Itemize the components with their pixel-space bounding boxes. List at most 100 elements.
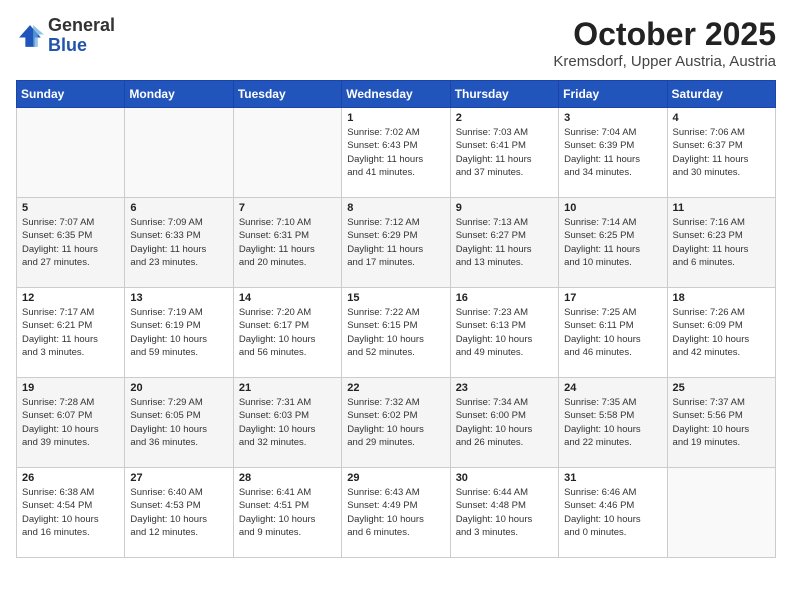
day-info: Sunrise: 6:44 AM Sunset: 4:48 PM Dayligh… <box>456 486 553 539</box>
day-number: 15 <box>347 292 444 304</box>
day-number: 26 <box>22 472 119 484</box>
day-number: 19 <box>22 382 119 394</box>
day-number: 1 <box>347 112 444 124</box>
table-row <box>233 108 341 198</box>
calendar-week-4: 19 Sunrise: 7:28 AM Sunset: 6:07 PM Dayli… <box>17 378 776 468</box>
day-info: Sunrise: 7:13 AM Sunset: 6:27 PM Dayligh… <box>456 216 553 269</box>
table-row: 27 Sunrise: 6:40 AM Sunset: 4:53 PM Dayli… <box>125 468 233 558</box>
day-number: 28 <box>239 472 336 484</box>
day-info: Sunrise: 7:06 AM Sunset: 6:37 PM Dayligh… <box>673 126 770 179</box>
day-info: Sunrise: 7:16 AM Sunset: 6:23 PM Dayligh… <box>673 216 770 269</box>
calendar-week-5: 26 Sunrise: 6:38 AM Sunset: 4:54 PM Dayli… <box>17 468 776 558</box>
day-number: 30 <box>456 472 553 484</box>
day-info: Sunrise: 7:09 AM Sunset: 6:33 PM Dayligh… <box>130 216 227 269</box>
table-row: 7 Sunrise: 7:10 AM Sunset: 6:31 PM Daylig… <box>233 198 341 288</box>
table-row <box>17 108 125 198</box>
table-row: 18 Sunrise: 7:26 AM Sunset: 6:09 PM Dayli… <box>667 288 775 378</box>
day-number: 18 <box>673 292 770 304</box>
table-row: 3 Sunrise: 7:04 AM Sunset: 6:39 PM Daylig… <box>559 108 667 198</box>
day-number: 6 <box>130 202 227 214</box>
day-info: Sunrise: 6:38 AM Sunset: 4:54 PM Dayligh… <box>22 486 119 539</box>
table-row: 1 Sunrise: 7:02 AM Sunset: 6:43 PM Daylig… <box>342 108 450 198</box>
col-friday: Friday <box>559 81 667 108</box>
day-number: 4 <box>673 112 770 124</box>
col-saturday: Saturday <box>667 81 775 108</box>
day-info: Sunrise: 7:31 AM Sunset: 6:03 PM Dayligh… <box>239 396 336 449</box>
table-row: 12 Sunrise: 7:17 AM Sunset: 6:21 PM Dayli… <box>17 288 125 378</box>
day-info: Sunrise: 7:37 AM Sunset: 5:56 PM Dayligh… <box>673 396 770 449</box>
day-info: Sunrise: 7:35 AM Sunset: 5:58 PM Dayligh… <box>564 396 661 449</box>
table-row: 22 Sunrise: 7:32 AM Sunset: 6:02 PM Dayli… <box>342 378 450 468</box>
day-number: 17 <box>564 292 661 304</box>
day-info: Sunrise: 7:28 AM Sunset: 6:07 PM Dayligh… <box>22 396 119 449</box>
table-row: 19 Sunrise: 7:28 AM Sunset: 6:07 PM Dayli… <box>17 378 125 468</box>
day-number: 25 <box>673 382 770 394</box>
day-info: Sunrise: 6:46 AM Sunset: 4:46 PM Dayligh… <box>564 486 661 539</box>
table-row <box>125 108 233 198</box>
day-info: Sunrise: 7:10 AM Sunset: 6:31 PM Dayligh… <box>239 216 336 269</box>
day-info: Sunrise: 7:34 AM Sunset: 6:00 PM Dayligh… <box>456 396 553 449</box>
table-row: 14Sunrise: 7:20 AM Sunset: 6:17 PM Dayli… <box>233 288 341 378</box>
day-number: 3 <box>564 112 661 124</box>
col-thursday: Thursday <box>450 81 558 108</box>
day-info: Sunrise: 7:32 AM Sunset: 6:02 PM Dayligh… <box>347 396 444 449</box>
day-number: 16 <box>456 292 553 304</box>
logo-blue-text: Blue <box>48 35 87 55</box>
day-number: 8 <box>347 202 444 214</box>
day-info: Sunrise: 7:03 AM Sunset: 6:41 PM Dayligh… <box>456 126 553 179</box>
col-tuesday: Tuesday <box>233 81 341 108</box>
calendar-header-row: Sunday Monday Tuesday Wednesday Thursday… <box>17 81 776 108</box>
col-monday: Monday <box>125 81 233 108</box>
day-info: Sunrise: 7:29 AM Sunset: 6:05 PM Dayligh… <box>130 396 227 449</box>
day-number: 27 <box>130 472 227 484</box>
day-info: Sunrise: 7:23 AM Sunset: 6:13 PM Dayligh… <box>456 306 553 359</box>
table-row: 11 Sunrise: 7:16 AM Sunset: 6:23 PM Dayli… <box>667 198 775 288</box>
col-wednesday: Wednesday <box>342 81 450 108</box>
table-row: 17 Sunrise: 7:25 AM Sunset: 6:11 PM Dayli… <box>559 288 667 378</box>
table-row: 13Sunrise: 7:19 AM Sunset: 6:19 PM Dayli… <box>125 288 233 378</box>
day-number: 12 <box>22 292 119 304</box>
table-row: 30 Sunrise: 6:44 AM Sunset: 4:48 PM Dayli… <box>450 468 558 558</box>
table-row: 26 Sunrise: 6:38 AM Sunset: 4:54 PM Dayli… <box>17 468 125 558</box>
table-row: 16 Sunrise: 7:23 AM Sunset: 6:13 PM Dayli… <box>450 288 558 378</box>
day-number: 23 <box>456 382 553 394</box>
table-row: 6 Sunrise: 7:09 AM Sunset: 6:33 PM Daylig… <box>125 198 233 288</box>
month-title: October 2025 <box>553 16 776 53</box>
day-info: Sunrise: 7:17 AM Sunset: 6:21 PM Dayligh… <box>22 306 119 359</box>
table-row: 8 Sunrise: 7:12 AM Sunset: 6:29 PM Daylig… <box>342 198 450 288</box>
calendar-week-2: 5Sunrise: 7:07 AM Sunset: 6:35 PM Daylig… <box>17 198 776 288</box>
table-row: 10Sunrise: 7:14 AM Sunset: 6:25 PM Dayli… <box>559 198 667 288</box>
table-row: 21 Sunrise: 7:31 AM Sunset: 6:03 PM Dayli… <box>233 378 341 468</box>
day-number: 22 <box>347 382 444 394</box>
table-row: 25 Sunrise: 7:37 AM Sunset: 5:56 PM Dayli… <box>667 378 775 468</box>
title-area: October 2025 Kremsdorf, Upper Austria, A… <box>553 16 776 70</box>
day-info: Sunrise: 7:02 AM Sunset: 6:43 PM Dayligh… <box>347 126 444 179</box>
table-row: 23 Sunrise: 7:34 AM Sunset: 6:00 PM Dayli… <box>450 378 558 468</box>
day-number: 7 <box>239 202 336 214</box>
table-row: 31 Sunrise: 6:46 AM Sunset: 4:46 PM Dayli… <box>559 468 667 558</box>
day-number: 31 <box>564 472 661 484</box>
logo-general-text: General <box>48 15 115 35</box>
calendar-week-1: 1 Sunrise: 7:02 AM Sunset: 6:43 PM Daylig… <box>17 108 776 198</box>
col-sunday: Sunday <box>17 81 125 108</box>
day-number: 21 <box>239 382 336 394</box>
logo: General Blue <box>16 16 115 56</box>
calendar-table: Sunday Monday Tuesday Wednesday Thursday… <box>16 80 776 558</box>
table-row: 5Sunrise: 7:07 AM Sunset: 6:35 PM Daylig… <box>17 198 125 288</box>
day-info: Sunrise: 7:25 AM Sunset: 6:11 PM Dayligh… <box>564 306 661 359</box>
table-row: 15Sunrise: 7:22 AM Sunset: 6:15 PM Dayli… <box>342 288 450 378</box>
day-info: Sunrise: 7:04 AM Sunset: 6:39 PM Dayligh… <box>564 126 661 179</box>
table-row: 2Sunrise: 7:03 AM Sunset: 6:41 PM Daylig… <box>450 108 558 198</box>
day-info: Sunrise: 6:40 AM Sunset: 4:53 PM Dayligh… <box>130 486 227 539</box>
header: General Blue October 2025 Kremsdorf, Upp… <box>16 16 776 70</box>
day-number: 9 <box>456 202 553 214</box>
day-info: Sunrise: 7:12 AM Sunset: 6:29 PM Dayligh… <box>347 216 444 269</box>
table-row: 9 Sunrise: 7:13 AM Sunset: 6:27 PM Daylig… <box>450 198 558 288</box>
day-number: 11 <box>673 202 770 214</box>
day-number: 29 <box>347 472 444 484</box>
day-number: 14 <box>239 292 336 304</box>
table-row: 29Sunrise: 6:43 AM Sunset: 4:49 PM Dayli… <box>342 468 450 558</box>
day-info: Sunrise: 7:07 AM Sunset: 6:35 PM Dayligh… <box>22 216 119 269</box>
day-info: Sunrise: 7:26 AM Sunset: 6:09 PM Dayligh… <box>673 306 770 359</box>
day-info: Sunrise: 6:41 AM Sunset: 4:51 PM Dayligh… <box>239 486 336 539</box>
